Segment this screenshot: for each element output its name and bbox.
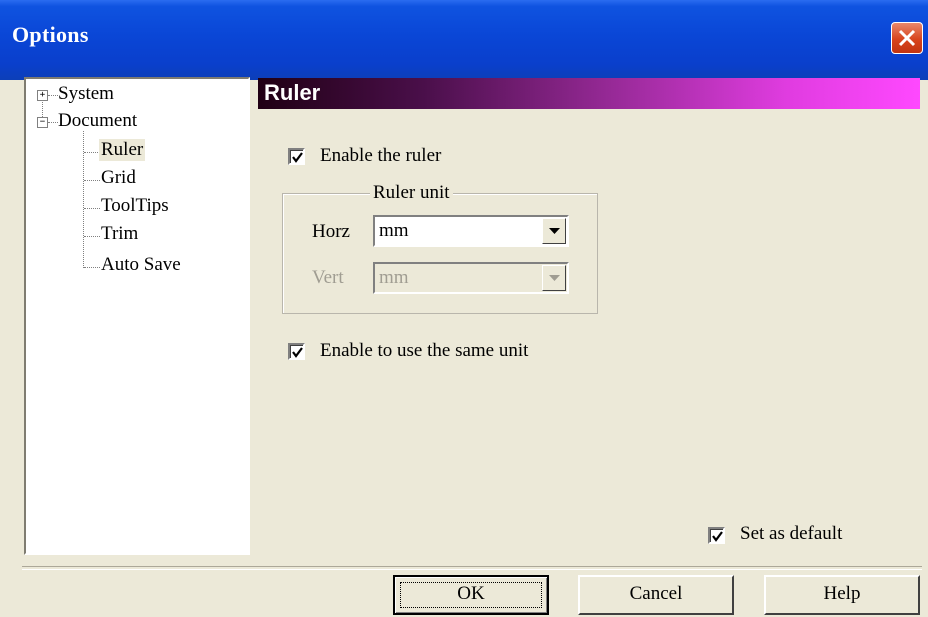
focus-rect: [400, 582, 542, 608]
checkmark-icon: [292, 347, 303, 358]
chevron-down-icon: [549, 228, 560, 234]
close-button[interactable]: [891, 22, 923, 54]
cancel-label: Cancel: [629, 583, 683, 604]
same-unit-checkbox[interactable]: [288, 343, 305, 360]
horz-unit-value: mm: [379, 220, 409, 241]
tree-item-grid[interactable]: Grid: [101, 167, 136, 189]
set-default-checkbox[interactable]: [708, 527, 725, 544]
enable-ruler-checkbox[interactable]: [288, 148, 305, 165]
close-icon: [898, 29, 916, 47]
vert-unit-select[interactable]: mm: [373, 262, 569, 294]
help-button[interactable]: Help: [764, 575, 920, 615]
tree-item-tooltips[interactable]: ToolTips: [101, 195, 169, 217]
checkmark-icon: [292, 152, 303, 163]
checkmark-icon: [712, 531, 723, 542]
help-label: Help: [823, 583, 861, 604]
tree-line: [84, 208, 100, 209]
tree-item-document[interactable]: Document: [58, 110, 137, 132]
same-unit-label[interactable]: Enable to use the same unit: [320, 340, 528, 362]
page-header: Ruler: [258, 78, 920, 109]
expand-icon[interactable]: +: [37, 90, 48, 101]
tree-line: [84, 267, 100, 268]
tree-item-system[interactable]: System: [58, 83, 114, 105]
tree-item-trim[interactable]: Trim: [101, 223, 138, 245]
tree-line: [84, 236, 100, 237]
horz-unit-select[interactable]: mm: [373, 215, 569, 247]
tree-line: [48, 95, 58, 96]
vert-label: Vert: [312, 267, 344, 288]
vert-dropdown-button[interactable]: [542, 265, 566, 291]
tree-item-auto-save[interactable]: Auto Save: [101, 254, 181, 276]
vert-unit-value: mm: [379, 267, 409, 288]
tree-line: [84, 180, 100, 181]
window-title: Options: [12, 22, 89, 47]
tree-line: [48, 122, 58, 123]
set-default-label[interactable]: Set as default: [740, 523, 842, 545]
title-bar[interactable]: Options: [0, 0, 928, 80]
enable-ruler-label[interactable]: Enable the ruler: [320, 145, 441, 167]
horz-dropdown-button[interactable]: [542, 218, 566, 244]
ruler-unit-caption: Ruler unit: [370, 182, 453, 204]
tree-item-ruler[interactable]: Ruler: [99, 139, 146, 161]
options-tree[interactable]: + System − Document Ruler Grid ToolTips …: [24, 77, 250, 555]
cancel-button[interactable]: Cancel: [578, 575, 734, 615]
chevron-down-icon: [549, 275, 560, 281]
divider: [22, 566, 922, 570]
collapse-icon[interactable]: −: [37, 117, 48, 128]
ruler-unit-group: [282, 193, 598, 314]
options-dialog: Options + System − Document Ruler Grid T…: [0, 0, 928, 617]
horz-label: Horz: [312, 221, 350, 242]
tree-line: [84, 152, 100, 153]
page-title: Ruler: [264, 80, 321, 105]
ok-button[interactable]: OK: [393, 575, 549, 615]
